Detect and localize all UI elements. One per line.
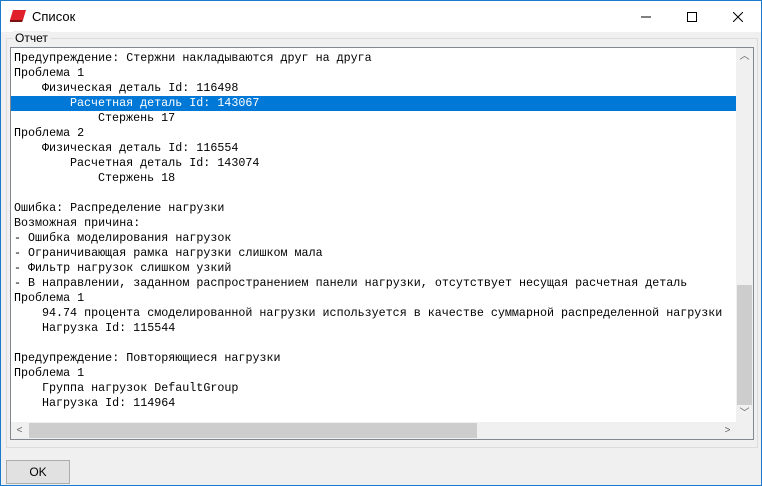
scroll-down-icon[interactable]: ﹀: [736, 405, 753, 422]
scroll-left-icon[interactable]: <: [11, 422, 28, 439]
report-line[interactable]: Расчетная деталь Id: 143067: [11, 96, 736, 111]
window-title: Список: [32, 9, 76, 24]
minimize-button[interactable]: [623, 1, 669, 32]
report-line[interactable]: Стержень 17: [11, 111, 736, 126]
report-line[interactable]: Нагрузка Id: 114964: [11, 396, 736, 411]
vertical-scroll-thumb[interactable]: [737, 285, 752, 405]
report-line[interactable]: Нагрузка Id: 115544: [11, 321, 736, 336]
report-line[interactable]: Группа нагрузок DefaultGroup: [11, 381, 736, 396]
vertical-scrollbar[interactable]: ︿ ﹀: [736, 48, 753, 422]
report-line[interactable]: - Ограничивающая рамка нагрузки слишком …: [11, 246, 736, 261]
report-list[interactable]: Предупреждение: Стержни накладываются др…: [10, 47, 754, 440]
report-line[interactable]: Проблема 1: [11, 366, 736, 381]
report-line[interactable]: Расчетная деталь Id: 143074: [11, 156, 736, 171]
report-line[interactable]: Ошибка: Распределение нагрузки: [11, 201, 736, 216]
report-line[interactable]: - В направлении, заданном распространени…: [11, 276, 736, 291]
minimize-icon: [641, 16, 651, 17]
report-group-label: Отчет: [13, 31, 50, 45]
report-line[interactable]: [11, 186, 736, 201]
close-button[interactable]: [715, 1, 761, 32]
title-bar[interactable]: Список: [1, 1, 761, 32]
report-line[interactable]: Физическая деталь Id: 116498: [11, 81, 736, 96]
report-line[interactable]: Физическая деталь Id: 116554: [11, 141, 736, 156]
report-lines: Предупреждение: Стержни накладываются др…: [11, 51, 736, 411]
list-window: Список Отчет Предупреждение: Стержни нак…: [0, 0, 762, 486]
maximize-icon: [687, 11, 697, 22]
report-line[interactable]: Проблема 1: [11, 66, 736, 81]
horizontal-scroll-thumb[interactable]: [29, 423, 477, 438]
report-line[interactable]: Проблема 1: [11, 291, 736, 306]
scrollbar-corner: [736, 422, 753, 439]
report-line[interactable]: - Ошибка моделирования нагрузок: [11, 231, 736, 246]
report-line[interactable]: Стержень 18: [11, 171, 736, 186]
report-line[interactable]: 94.74 процента смоделированной нагрузки …: [11, 306, 736, 321]
report-line[interactable]: [11, 336, 736, 351]
report-line[interactable]: Проблема 2: [11, 126, 736, 141]
maximize-button[interactable]: [669, 1, 715, 32]
app-icon: [10, 10, 26, 22]
report-line[interactable]: Предупреждение: Стержни накладываются др…: [11, 51, 736, 66]
scroll-right-icon[interactable]: >: [719, 422, 736, 439]
report-line[interactable]: Возможная причина:: [11, 216, 736, 231]
ok-button[interactable]: OK: [6, 460, 70, 484]
report-line[interactable]: - Фильтр нагрузок слишком узкий: [11, 261, 736, 276]
scroll-up-icon[interactable]: ︿: [736, 48, 753, 65]
horizontal-scrollbar[interactable]: < >: [11, 422, 736, 439]
report-line[interactable]: Предупреждение: Повторяющиеся нагрузки: [11, 351, 736, 366]
close-icon: [733, 11, 743, 22]
